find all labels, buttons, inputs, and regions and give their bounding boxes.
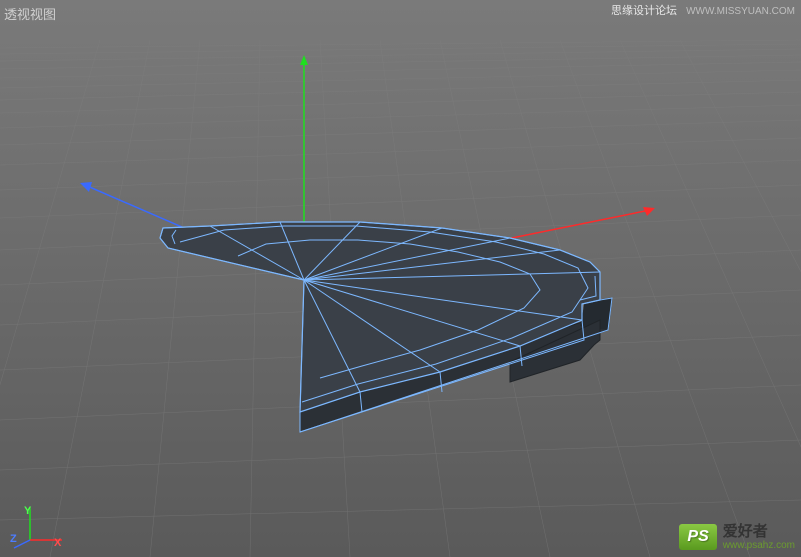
- watermark-forum: 思缘设计论坛 WWW.MISSYUAN.COM: [611, 2, 795, 18]
- brand-name: 爱好者: [723, 524, 795, 541]
- brand-text: 爱好者 www.psahz.com: [723, 524, 795, 552]
- mesh-object[interactable]: [160, 222, 612, 432]
- mesh-top-face: [160, 222, 600, 412]
- forum-url: WWW.MISSYUAN.COM: [686, 6, 795, 17]
- brand-url: www.psahz.com: [723, 540, 795, 551]
- perspective-viewport[interactable]: [0, 0, 801, 557]
- axis-y-label: Y: [24, 505, 31, 517]
- forum-name: 思缘设计论坛: [611, 5, 677, 17]
- brand-badge: PS: [679, 524, 716, 550]
- viewport-canvas[interactable]: [0, 0, 801, 557]
- brand-watermark: PS 爱好者 www.psahz.com: [679, 524, 795, 552]
- axis-z-label: Z: [10, 533, 17, 545]
- axis-x-label: X: [54, 537, 61, 549]
- view-label: 透视视图: [4, 4, 56, 23]
